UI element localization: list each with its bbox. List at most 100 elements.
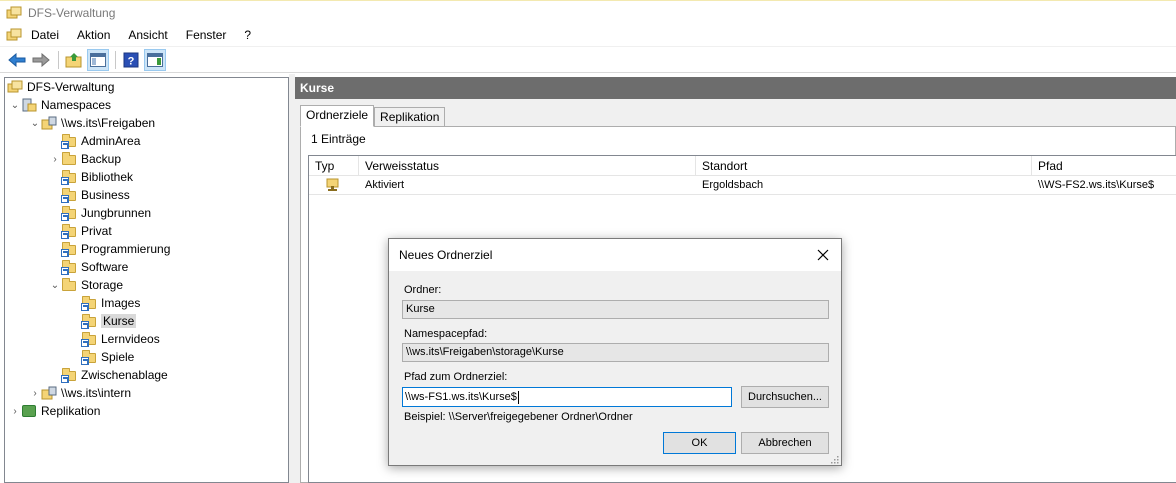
help-icon[interactable]: ? [120,49,142,71]
tree-item-spiele[interactable]: Spiele [69,348,134,366]
browse-button[interactable]: Durchsuchen... [741,386,829,408]
cell-status: Aktiviert [365,179,405,191]
tree-item-label: Jungbrunnen [81,206,152,220]
shared-folder-icon [81,295,97,311]
chevron-down-icon[interactable]: ⌄ [29,114,41,132]
tree-item-label: Namespaces [41,98,112,112]
dialog-title-bar: Neues Ordnerziel [389,239,841,271]
tab-replikation[interactable]: Replikation [374,107,446,128]
tree-item-adminarea[interactable]: AdminArea [49,132,140,150]
toolbar-separator [58,50,59,69]
text-caret [517,390,519,404]
tree-item-replikation[interactable]: › Replikation [9,402,100,420]
tree-item-lernvideos[interactable]: Lernvideos [69,330,160,348]
show-hide-tree-icon[interactable] [87,48,109,71]
tree-item-privat[interactable]: Privat [49,222,112,240]
namespaces-icon [21,97,37,113]
tree-item-label: Programmierung [81,242,171,256]
tree-item-freigaben[interactable]: ⌄ \\ws.its\Freigaben [29,114,155,132]
column-header-pfad[interactable]: Pfad [1032,156,1176,176]
shared-folder-icon [81,349,97,365]
tab-strip: Ordnerziele Replikation [300,105,446,128]
console-tree[interactable]: DFS-Verwaltung ⌄ Namespaces ⌄ \\ws.its\F… [4,77,289,483]
chevron-down-icon[interactable]: ⌄ [9,96,21,114]
shared-folder-icon [61,205,77,221]
folder-icon [61,277,77,293]
column-header-verweisstatus[interactable]: Verweisstatus [359,156,696,176]
chevron-right-icon[interactable]: › [49,150,61,168]
toolbar-separator [115,50,116,69]
tree-item-programmierung[interactable]: Programmierung [49,240,170,258]
example-text: Beispiel: \\Server\freigegebener Ordner\… [404,411,633,423]
entry-count: 1 Einträge [311,132,366,146]
list-header: Typ Verweisstatus Standort Pfad [309,156,1176,176]
tree-item-label: Privat [81,224,112,238]
tree-item-label: Software [81,260,129,274]
target-path-label: Pfad zum Ordnerziel: [404,371,508,383]
menu-help[interactable]: ? [235,25,260,45]
tree-item-backup[interactable]: › Backup [49,150,121,168]
chevron-right-icon[interactable]: › [9,402,21,420]
menu-aktion[interactable]: Aktion [68,25,119,45]
dialog-title: Neues Ordnerziel [399,248,493,262]
target-path-value: \\ws-FS1.ws.its\Kurse$ [405,391,517,403]
shared-folder-icon [61,223,77,239]
column-header-standort[interactable]: Standort [696,156,1032,176]
tab-ordnerziele[interactable]: Ordnerziele [300,105,375,127]
cell-path: \\WS-FS2.ws.its\Kurse$ [1038,179,1155,191]
dfs-management-icon [7,79,23,95]
shared-folder-icon [61,241,77,257]
shared-folder-icon [61,169,77,185]
new-folder-target-dialog: Neues Ordnerziel Ordner: Kurse Namespace… [388,238,842,466]
tree-item-jungbrunnen[interactable]: Jungbrunnen [49,204,151,222]
column-header-typ[interactable]: Typ [309,156,359,176]
tree-item-intern[interactable]: › \\ws.its\intern [29,384,131,402]
tree-item-label: Kurse [101,314,137,328]
tree-item-label: \\ws.its\intern [61,386,132,400]
svg-text:?: ? [128,55,135,67]
shared-folder-icon [61,367,77,383]
dfs-management-icon [6,6,22,20]
shared-folder-icon [81,331,97,347]
cell-location: Ergoldsbach [702,179,764,191]
tree-item-business[interactable]: Business [49,186,130,204]
tree-item-label: Spiele [101,350,135,364]
details-header: Kurse [295,77,1176,99]
resize-grip-icon[interactable] [829,453,839,464]
target-path-input[interactable]: \\ws-FS1.ws.its\Kurse$ [402,387,732,407]
ok-button[interactable]: OK [663,432,736,454]
forward-icon[interactable] [30,49,52,71]
cancel-button[interactable]: Abbrechen [741,432,829,454]
system-menu-icon[interactable] [6,28,22,42]
action-pane-icon[interactable] [144,48,166,71]
tree-item-label: Replikation [41,404,101,418]
table-row[interactable]: Aktiviert Ergoldsbach \\WS-FS2.ws.its\Ku… [309,176,1176,195]
tree-item-storage[interactable]: ⌄ Storage [49,276,123,294]
tree-item-bibliothek[interactable]: Bibliothek [49,168,133,186]
namespace-path-label: Namespacepfad: [404,328,488,340]
up-folder-icon[interactable] [63,49,85,71]
tree-item-software[interactable]: Software [49,258,128,276]
chevron-right-icon[interactable]: › [29,384,41,402]
toolbar: ? [0,46,1176,73]
tree-item-zwischenablage[interactable]: Zwischenablage [49,366,168,384]
menu-datei[interactable]: Datei [22,25,68,45]
title-bar: DFS-Verwaltung [0,0,1176,24]
tree-item-images[interactable]: Images [69,294,140,312]
shared-folder-icon [61,133,77,149]
window-title: DFS-Verwaltung [28,5,116,20]
close-icon[interactable] [811,243,835,267]
tree-item-label: Backup [81,152,122,166]
tree-item-kurse[interactable]: Kurse [69,312,137,330]
folder-label: Ordner: [404,284,442,296]
namespace-icon [41,385,57,401]
menu-fenster[interactable]: Fenster [177,25,236,45]
folder-field: Kurse [402,300,829,319]
menu-ansicht[interactable]: Ansicht [119,25,176,45]
tree-item-label: Bibliothek [81,170,134,184]
tree-item-namespaces[interactable]: ⌄ Namespaces [9,96,111,114]
tree-item-dfs-verwaltung[interactable]: DFS-Verwaltung [7,78,114,96]
chevron-down-icon[interactable]: ⌄ [49,276,61,294]
folder-target-icon [309,176,359,195]
back-icon[interactable] [6,49,28,71]
